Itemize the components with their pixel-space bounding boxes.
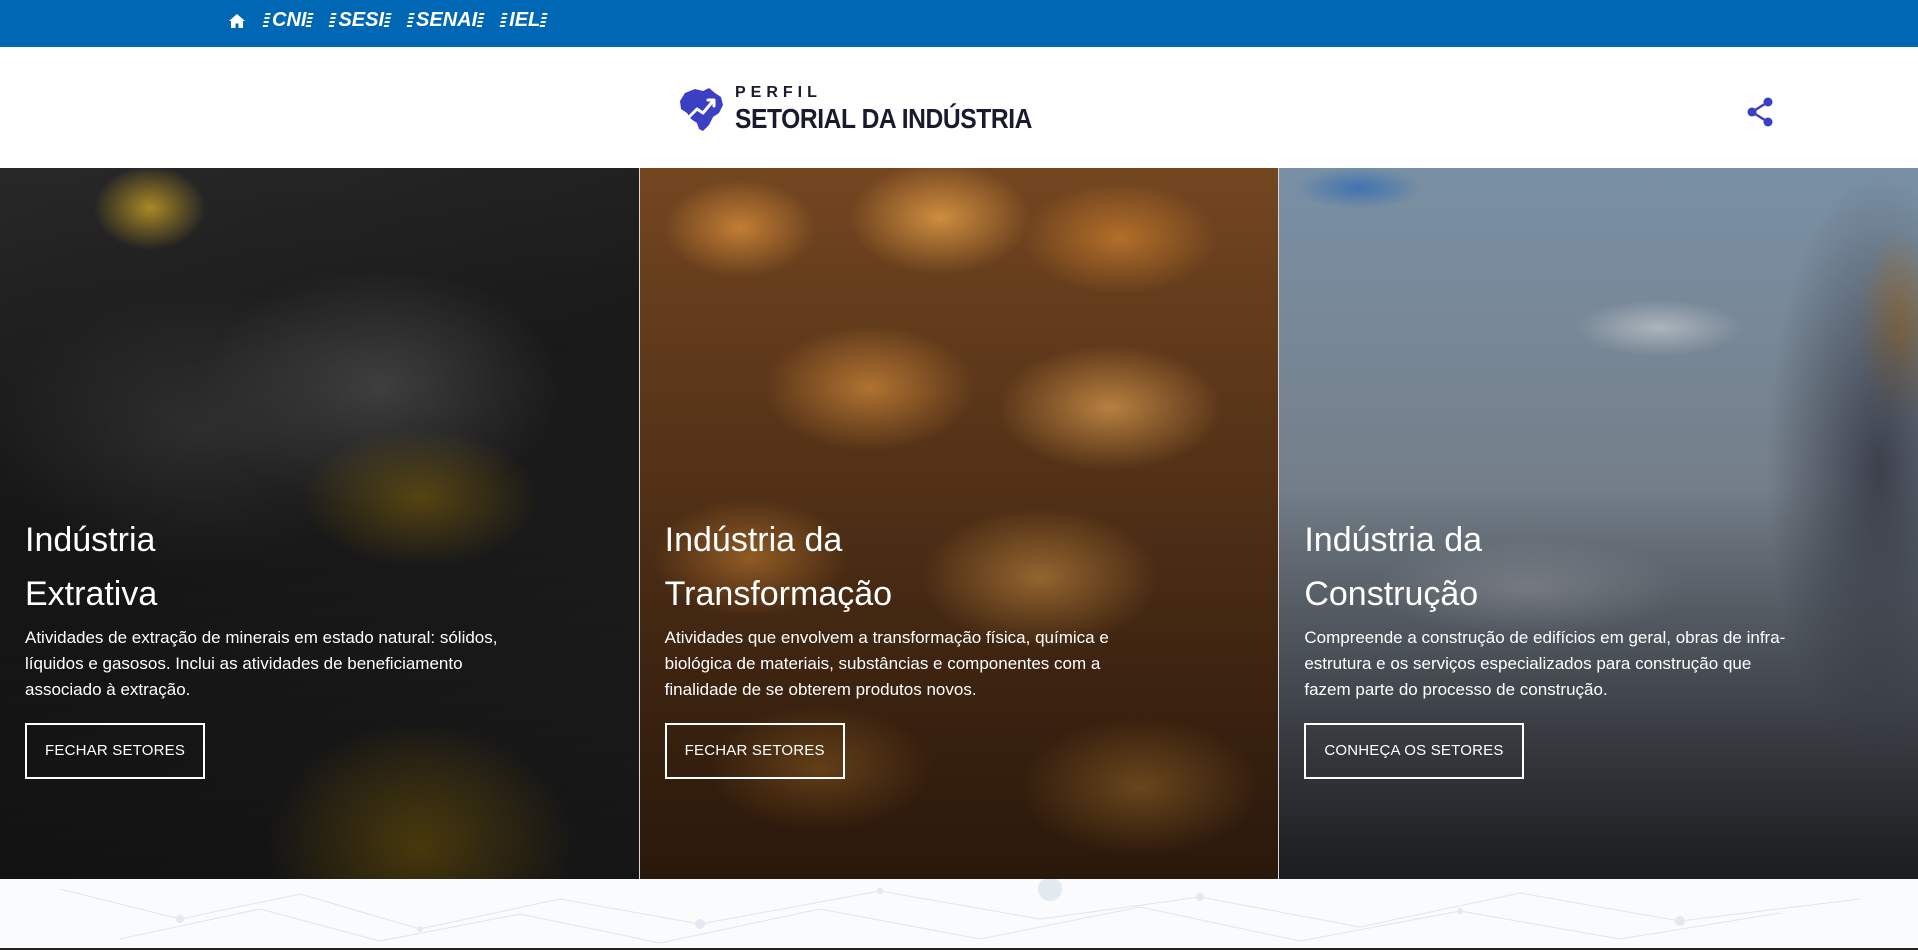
logo-top-text: PERFIL: [735, 84, 822, 101]
panel-title: Indústria Extrativa: [25, 521, 158, 613]
logo-text: PERFIL SETORIAL DA INDÚSTRIA: [735, 85, 1072, 133]
brand-nav: CNI SESI SENAI IEL: [228, 0, 546, 41]
panel-description: Atividades que envolvem a transformação …: [664, 628, 1109, 699]
fechar-setores-button[interactable]: FECHAR SETORES: [25, 723, 206, 779]
panel-content: Indústria da Transformação Atividades qu…: [664, 513, 1165, 779]
panel-content: Indústria da Construção Compreende a con…: [1304, 513, 1804, 779]
share-icon: [1747, 97, 1773, 127]
panel-transformacao: Indústria da Transformação Atividades qu…: [638, 168, 1279, 879]
industry-panels: Indústria Extrativa Atividades de extraç…: [0, 168, 1918, 879]
conheca-setores-button[interactable]: CONHEÇA OS SETORES: [1304, 723, 1524, 779]
home-icon[interactable]: [228, 13, 246, 29]
panel-title: Indústria da Construção: [1304, 521, 1483, 613]
network-pattern: [59, 879, 1861, 944]
panel-extrativa: Indústria Extrativa Atividades de extraç…: [0, 168, 639, 879]
footer-decoration: [0, 879, 1918, 950]
panel-description: Compreende a construção de edifícios em …: [1304, 628, 1786, 699]
brand-link-sesi[interactable]: SESI: [330, 9, 390, 32]
panel-construcao: Indústria da Construção Compreende a con…: [1278, 168, 1918, 879]
site-header: PERFIL SETORIAL DA INDÚSTRIA: [0, 47, 1918, 169]
brand-link-cni[interactable]: CNI: [264, 9, 312, 32]
brazil-map-icon: [680, 88, 723, 131]
fechar-setores-button[interactable]: FECHAR SETORES: [664, 723, 845, 779]
brand-link-senai[interactable]: SENAI: [408, 9, 483, 32]
brand-link-iel[interactable]: IEL: [501, 9, 546, 32]
top-bar: CNI SESI SENAI IEL: [0, 0, 1918, 47]
logo-bottom-text: SETORIAL DA INDÚSTRIA: [735, 103, 1032, 134]
panel-description: Atividades de extração de minerais em es…: [25, 628, 498, 699]
site-logo[interactable]: PERFIL SETORIAL DA INDÚSTRIA: [677, 83, 1072, 135]
share-button[interactable]: [1744, 96, 1776, 128]
panel-content: Indústria Extrativa Atividades de extraç…: [25, 513, 525, 779]
panel-title: Indústria da Transformação: [664, 521, 893, 613]
